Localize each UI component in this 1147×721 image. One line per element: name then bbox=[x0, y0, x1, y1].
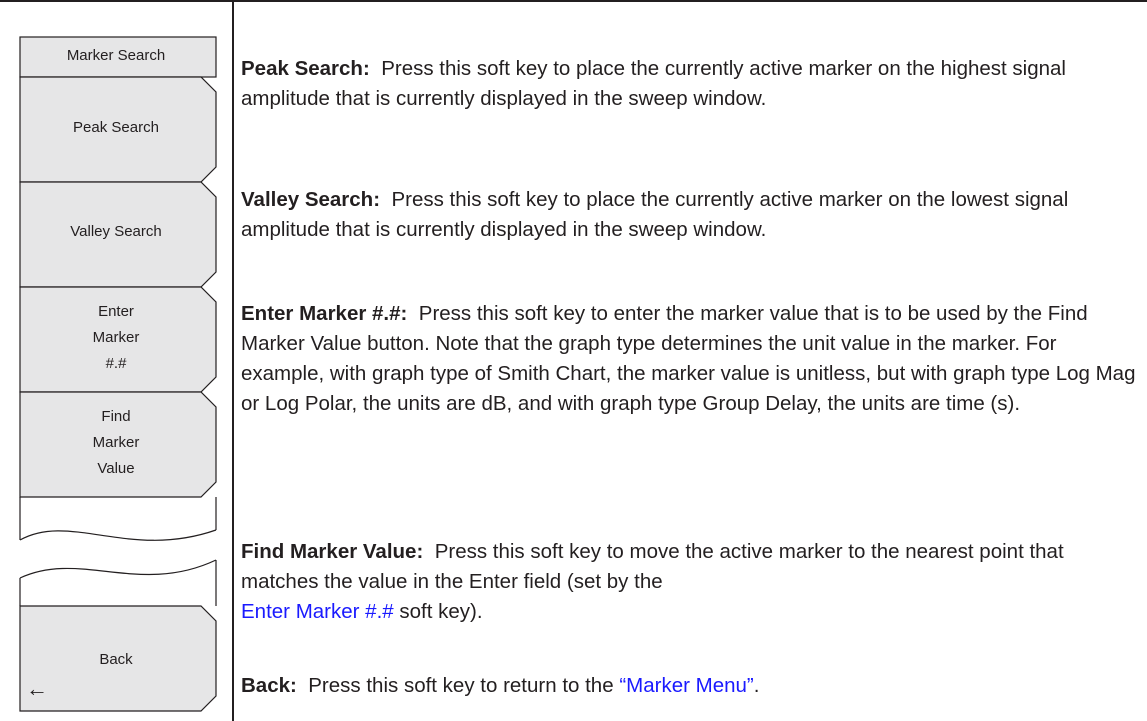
back-text: Press this soft key to return to the bbox=[308, 674, 614, 697]
enter-marker-key-label: Enter Marker #.# bbox=[92, 303, 140, 372]
peak-search-term: Peak Search: bbox=[241, 57, 370, 80]
back-arrow-icon: ← bbox=[26, 676, 48, 701]
enter-marker-description: Enter Marker #.#: Press this soft key to… bbox=[241, 299, 1141, 419]
enter-marker-term: Enter Marker #.#: bbox=[241, 302, 408, 325]
marker-menu-link[interactable]: “Marker Menu” bbox=[619, 674, 753, 697]
enter-marker-link[interactable]: Enter Marker #.# bbox=[241, 600, 394, 623]
find-marker-value-term: Find Marker Value: bbox=[241, 540, 424, 563]
back-after: . bbox=[753, 674, 760, 697]
back-key-label: Back bbox=[99, 651, 133, 668]
peak-search-key-label: Peak Search bbox=[73, 119, 159, 136]
column-divider bbox=[232, 0, 234, 721]
valley-search-description: Valley Search: Press this soft key to pl… bbox=[241, 185, 1141, 245]
menu-break bbox=[19, 497, 217, 606]
valley-search-key[interactable]: Valley Search bbox=[20, 182, 216, 287]
peak-search-key[interactable]: Peak Search bbox=[20, 77, 216, 182]
find-marker-value-description: Find Marker Value: Press this soft key t… bbox=[241, 537, 1141, 627]
valley-search-term: Valley Search: bbox=[241, 188, 381, 211]
enter-marker-key[interactable]: Enter Marker #.# bbox=[20, 287, 216, 392]
valley-search-key-label: Valley Search bbox=[70, 223, 162, 240]
back-key[interactable]: Back ← bbox=[20, 606, 216, 711]
find-marker-value-key[interactable]: Find Marker Value bbox=[20, 392, 216, 497]
peak-search-description: Peak Search: Press this soft key to plac… bbox=[241, 54, 1141, 114]
menu-title: Marker Search bbox=[66, 47, 166, 64]
back-term: Back: bbox=[241, 674, 297, 697]
find-marker-value-after: soft key). bbox=[399, 600, 483, 623]
find-marker-value-key-label: Find Marker Value bbox=[92, 408, 140, 477]
back-description: Back: Press this soft key to return to t… bbox=[241, 671, 1141, 701]
